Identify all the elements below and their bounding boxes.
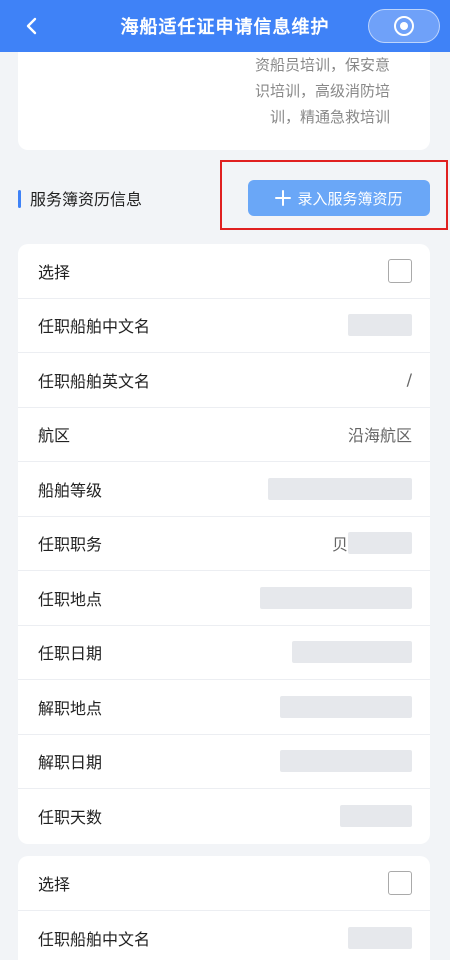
training-card: 资船员培训，保安意 识培训，高级消防培 训，精通急救培训 (18, 52, 430, 150)
ship-cn-label: 任职船舶中文名 (38, 929, 151, 949)
duty-label: 任职职务 (38, 535, 103, 555)
redacted-value (260, 586, 412, 609)
select-checkbox[interactable] (388, 870, 412, 895)
date-row: 任职日期 (18, 626, 430, 680)
page-title: 海船适任证申请信息维护 (120, 17, 330, 38)
mini-program-capsule[interactable] (368, 9, 440, 43)
leave-place-row: 解职地点 (18, 680, 430, 735)
chevron-left-icon (26, 17, 37, 35)
leave-place-label: 解职地点 (38, 698, 103, 718)
select-label: 选择 (38, 262, 71, 282)
duty-value-wrap: 贝 (332, 531, 412, 555)
service-record-card: 选择 任职船舶中文名 (18, 856, 430, 960)
training-line: 训，精通急救培训 (269, 108, 390, 126)
duty-row: 任职职务 贝 (18, 517, 430, 571)
area-label: 航区 (38, 426, 71, 446)
date-label: 任职日期 (38, 644, 103, 664)
redacted-value (348, 926, 412, 949)
ship-en-value: / (406, 370, 412, 390)
redacted-value (348, 314, 412, 337)
section-title: 服务簿资历信息 (30, 190, 143, 209)
select-row: 选择 (18, 244, 430, 299)
grade-label: 船舶等级 (38, 480, 103, 500)
add-service-record-button[interactable]: 录入服务簿资历 (248, 180, 430, 216)
redacted-value (292, 641, 412, 664)
service-record-card: 选择 任职船舶中文名 任职船舶英文名 / 航区 沿海航区 船舶等级 任职职务 贝… (18, 244, 430, 844)
target-icon (394, 16, 414, 36)
ship-cn-label: 任职船舶中文名 (38, 317, 151, 337)
back-button[interactable] (14, 8, 50, 44)
add-button-label: 录入服务簿资历 (297, 189, 403, 208)
redacted-value (348, 532, 412, 555)
ship-cn-row: 任职船舶中文名 (18, 299, 430, 353)
redacted-value (340, 805, 412, 828)
redacted-value (268, 477, 412, 500)
place-label: 任职地点 (38, 589, 103, 609)
training-line: 识培训，高级消防培 (254, 82, 390, 100)
select-checkbox[interactable] (388, 258, 412, 283)
grade-row: 船舶等级 (18, 462, 430, 517)
ship-en-row: 任职船舶英文名 / (18, 353, 430, 408)
leave-date-label: 解职日期 (38, 753, 103, 773)
ship-cn-row: 任职船舶中文名 (18, 911, 430, 960)
days-label: 任职天数 (38, 808, 103, 828)
training-line: 资船员培训，保安意 (254, 56, 390, 74)
redacted-value (280, 750, 412, 773)
days-row: 任职天数 (18, 789, 430, 844)
redacted-value (280, 695, 412, 718)
leave-date-row: 解职日期 (18, 735, 430, 789)
duty-value: 贝 (331, 535, 348, 555)
training-text: 资船员培训，保安意 识培训，高级消防培 训，精通急救培训 (190, 52, 390, 130)
area-value: 沿海航区 (347, 426, 412, 446)
plus-icon (275, 190, 292, 206)
ship-en-label: 任职船舶英文名 (38, 371, 151, 391)
select-label: 选择 (38, 874, 71, 894)
area-row: 航区 沿海航区 (18, 408, 430, 462)
place-row: 任职地点 (18, 571, 430, 626)
section-accent-bar (18, 190, 21, 208)
select-row: 选择 (18, 856, 430, 911)
nav-bar: 海船适任证申请信息维护 (0, 0, 450, 52)
